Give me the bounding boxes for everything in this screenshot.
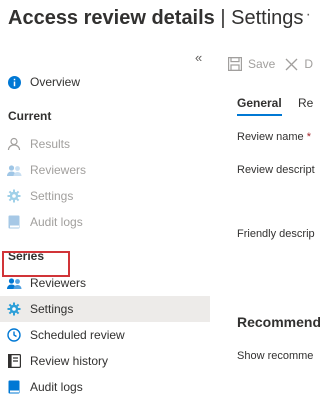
close-icon — [285, 58, 298, 70]
sidebar-item-label: Scheduled review — [30, 328, 125, 342]
sidebar-item-label: Review history — [30, 354, 109, 368]
review-description-label: Review descript — [237, 164, 315, 176]
title-separator: | — [220, 7, 226, 29]
required-indicator: * — [306, 131, 311, 143]
show-recommendations-label: Show recomme — [237, 350, 314, 362]
recommendations-title: Recommend — [237, 314, 320, 330]
gear-icon — [6, 188, 22, 204]
sidebar-item-label: Settings — [30, 189, 74, 203]
sidebar-item-label: Reviewers — [30, 163, 87, 177]
history-icon — [6, 353, 22, 369]
sidebar-item-label: Overview — [30, 75, 81, 89]
sidebar-item-overview[interactable]: Overview — [0, 69, 210, 95]
sidebar-item-label: Settings — [30, 302, 74, 316]
section-current-title: Current — [8, 109, 52, 123]
sidebar-item-series-audit-logs[interactable]: Audit logs — [0, 374, 210, 400]
book-icon — [6, 214, 22, 230]
sidebar: « Overview Current Results Reviewers Set… — [0, 44, 210, 405]
book-icon — [6, 379, 22, 395]
tab-general[interactable]: General — [237, 96, 282, 116]
more-options-button[interactable]: ··· — [293, 6, 312, 24]
discard-label: D — [304, 57, 314, 71]
save-label: Save — [248, 57, 276, 71]
sidebar-item-current-settings[interactable]: Settings — [0, 183, 210, 209]
page-title: Access review details | Settings — [8, 4, 303, 32]
tab-second[interactable]: Re — [298, 96, 313, 110]
sidebar-item-label: Audit logs — [30, 215, 83, 229]
discard-button[interactable]: D — [285, 57, 313, 71]
sidebar-item-label: Reviewers — [30, 276, 87, 290]
sidebar-item-series-review-history[interactable]: Review history — [0, 348, 210, 374]
sidebar-item-current-audit-logs[interactable]: Audit logs — [0, 209, 210, 235]
save-button[interactable]: Save — [228, 57, 275, 71]
info-icon — [6, 74, 22, 90]
sidebar-item-current-results[interactable]: Results — [0, 131, 210, 157]
clock-icon — [6, 327, 22, 343]
sidebar-item-label: Results — [30, 137, 71, 151]
person-icon — [6, 136, 22, 152]
people-icon — [6, 275, 22, 291]
sidebar-item-label: Audit logs — [30, 380, 83, 394]
sidebar-item-current-reviewers[interactable]: Reviewers — [0, 157, 210, 183]
review-name-label: Review name * — [237, 131, 311, 143]
sidebar-item-series-scheduled-review[interactable]: Scheduled review — [0, 322, 210, 348]
sidebar-item-series-settings[interactable]: Settings — [0, 296, 210, 322]
review-name-text: Review name — [237, 131, 304, 143]
collapse-sidebar-button[interactable]: « — [195, 50, 202, 65]
toolbar: Save D — [228, 54, 320, 74]
save-icon — [228, 57, 242, 71]
people-icon — [6, 162, 22, 178]
friendly-description-label: Friendly descrip — [237, 228, 315, 240]
gear-icon — [6, 301, 22, 317]
page-title-main: Access review details — [8, 7, 215, 29]
highlight-box — [2, 251, 70, 277]
